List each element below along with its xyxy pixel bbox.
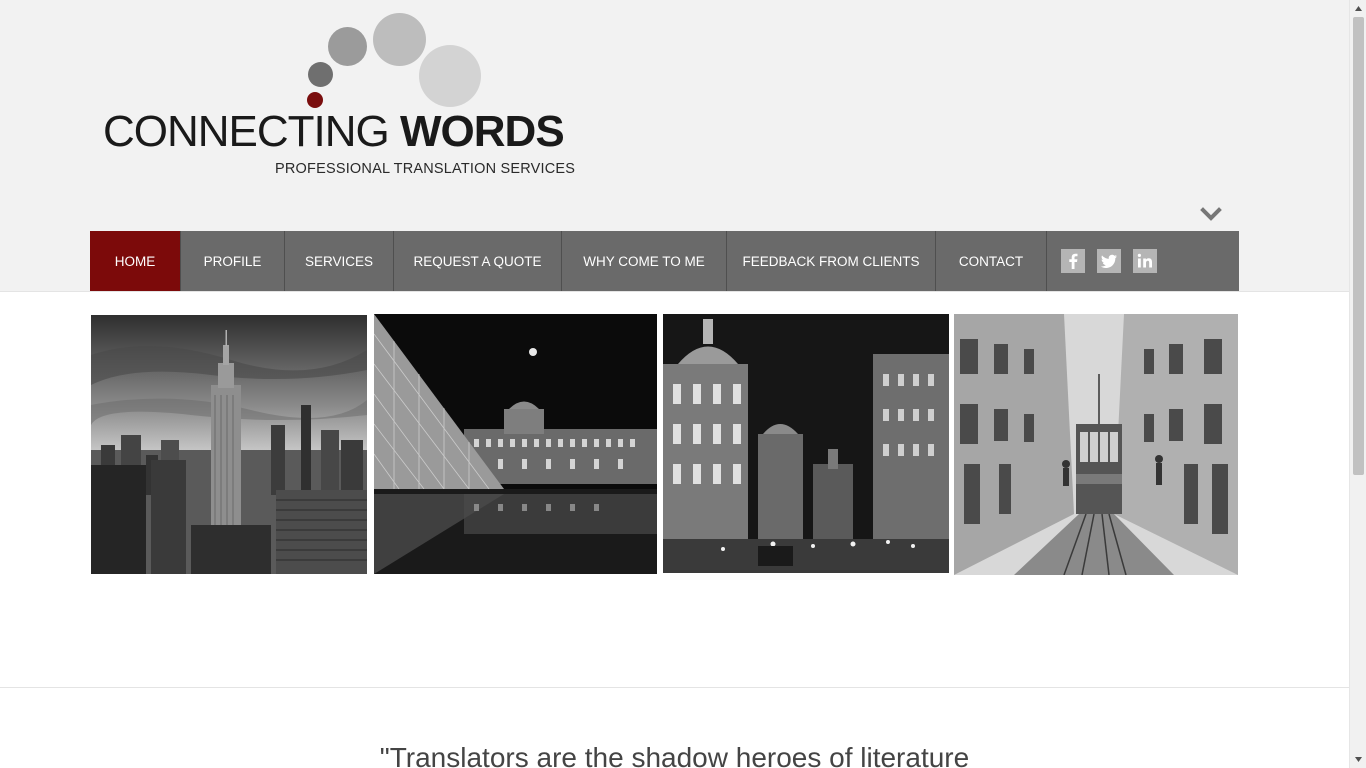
twitter-icon[interactable] [1097,249,1121,273]
scroll-down-arrow-icon[interactable] [1354,755,1363,764]
logo-dot-light [373,13,426,66]
quote-text: "Translators are the shadow heroes of li… [379,742,970,768]
logo-title-bold: WORDS [400,107,565,156]
section-divider [0,687,1349,688]
photo-madrid-gran-via [663,314,949,573]
photo-gallery [90,313,1239,576]
nav-item-services[interactable]: SERVICES [285,231,394,291]
logo-dot-red [307,92,323,108]
logo-dot-dark [308,62,333,87]
facebook-icon[interactable] [1061,249,1085,273]
nav-item-why-come-to-me[interactable]: WHY COME TO ME [562,231,727,291]
scrollbar-thumb[interactable] [1353,17,1364,475]
logo-title-light: CONNECTING [103,107,390,156]
social-links [1047,231,1157,291]
photo-louvre-night [374,314,657,574]
scroll-up-arrow-icon[interactable] [1354,4,1363,13]
chevron-down-icon[interactable] [1200,204,1222,224]
linkedin-icon[interactable] [1133,249,1157,273]
photo-new-york-skyline [91,315,367,574]
logo-dot-medium [328,27,367,66]
nav-item-profile[interactable]: PROFILE [181,231,285,291]
site-header: CONNECTING WORDS PROFESSIONAL TRANSLATIO… [0,0,1349,292]
logo-dot-lightest [419,45,481,107]
main-nav: HOME PROFILE SERVICES REQUEST A QUOTE WH… [90,231,1239,291]
logo-title: CONNECTING WORDS [103,107,565,156]
logo[interactable]: CONNECTING WORDS PROFESSIONAL TRANSLATIO… [100,10,575,182]
nav-item-contact[interactable]: CONTACT [936,231,1047,291]
vertical-scrollbar[interactable] [1349,0,1366,768]
nav-item-feedback-from-clients[interactable]: FEEDBACK FROM CLIENTS [727,231,936,291]
logo-subtitle: PROFESSIONAL TRANSLATION SERVICES [275,161,576,177]
photo-lisbon-tram [954,314,1238,575]
nav-item-request-a-quote[interactable]: REQUEST A QUOTE [394,231,562,291]
nav-item-home[interactable]: HOME [90,231,181,291]
